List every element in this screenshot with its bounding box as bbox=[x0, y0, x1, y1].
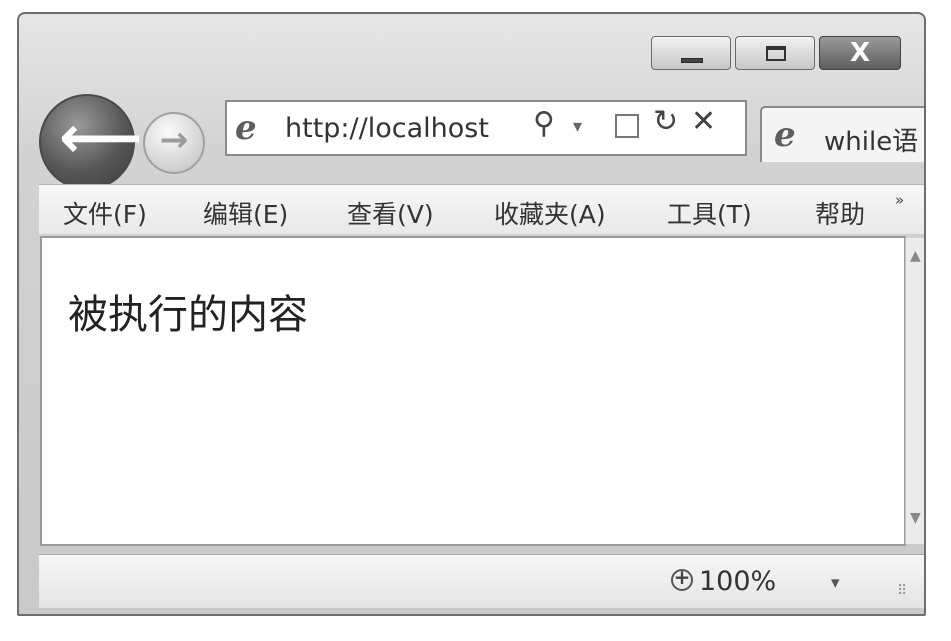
menu-bar: 文件(F) 编辑(E) 查看(V) 收藏夹(A) 工具(T) 帮助 » bbox=[39, 184, 924, 234]
address-dropdown-icon[interactable]: ▾ bbox=[573, 116, 582, 137]
menu-file[interactable]: 文件(F) bbox=[63, 195, 147, 231]
page-content: 被执行的内容 bbox=[40, 236, 906, 546]
ie-logo-icon: e bbox=[235, 108, 257, 148]
minimize-button[interactable] bbox=[651, 36, 731, 70]
menu-edit[interactable]: 编辑(E) bbox=[203, 195, 288, 231]
zoom-dropdown-icon[interactable]: ▾ bbox=[831, 573, 840, 593]
page-text: 被执行的内容 bbox=[68, 292, 308, 338]
forward-button[interactable]: → bbox=[143, 112, 205, 174]
search-icon[interactable]: ⚲ bbox=[533, 106, 555, 141]
address-bar[interactable]: e http://localhost ⚲ ▾ ↻ ✕ bbox=[225, 100, 747, 156]
refresh-icon[interactable]: ↻ bbox=[653, 104, 678, 139]
zoom-level[interactable]: 100% bbox=[699, 566, 776, 597]
close-icon: X bbox=[849, 38, 871, 68]
compatibility-view-icon[interactable] bbox=[615, 114, 639, 138]
back-button[interactable]: ⟵ bbox=[39, 94, 142, 190]
scroll-up-icon[interactable]: ▲ bbox=[910, 248, 921, 264]
back-arrow-icon: ⟵ bbox=[59, 103, 143, 171]
zoom-icon[interactable]: + bbox=[671, 565, 693, 591]
stop-icon[interactable]: ✕ bbox=[691, 104, 716, 139]
vertical-scrollbar[interactable]: ▲ ▼ bbox=[905, 238, 924, 544]
menu-view[interactable]: 查看(V) bbox=[347, 195, 434, 231]
scroll-down-icon[interactable]: ▼ bbox=[910, 510, 921, 526]
tab-active[interactable]: e while语 bbox=[760, 106, 924, 162]
browser-window: X ⟵ → e http://localhost ⚲ ▾ ↻ ✕ e while… bbox=[17, 12, 926, 616]
forward-arrow-icon: → bbox=[159, 120, 189, 160]
menu-help[interactable]: 帮助 bbox=[815, 195, 871, 231]
url-text[interactable]: http://localhost bbox=[285, 113, 525, 144]
menu-favorites[interactable]: 收藏夹(A) bbox=[494, 195, 606, 231]
tab-title: while语 bbox=[824, 127, 919, 157]
tab-favicon-icon: e bbox=[774, 115, 796, 155]
menu-tools[interactable]: 工具(T) bbox=[667, 195, 752, 231]
maximize-icon bbox=[766, 46, 786, 61]
minimize-icon bbox=[681, 58, 703, 63]
resize-grip-icon[interactable]: ⠿ bbox=[897, 583, 908, 599]
zoom-plus-glyph: + bbox=[673, 565, 691, 589]
menu-overflow-icon[interactable]: » bbox=[895, 191, 904, 209]
close-button[interactable]: X bbox=[819, 36, 901, 70]
maximize-button[interactable] bbox=[735, 36, 815, 70]
status-bar: + 100% ▾ ⠿ bbox=[39, 554, 924, 608]
